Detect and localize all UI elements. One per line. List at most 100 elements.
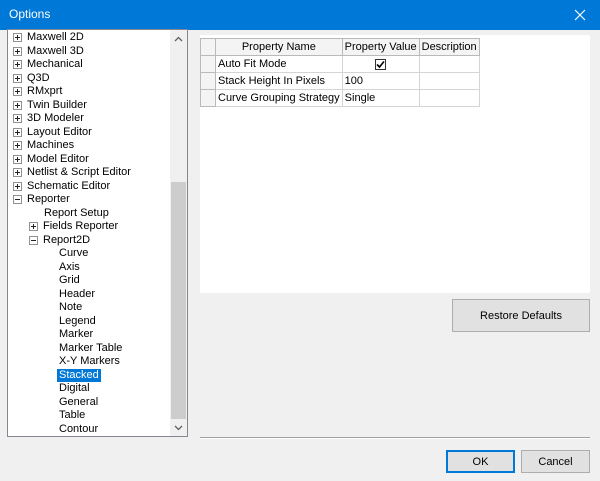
expand-plus-icon[interactable] <box>13 100 22 110</box>
table-row[interactable]: Stack Height In Pixels 100 <box>200 72 480 90</box>
options-tree[interactable]: Maxwell 2D Maxwell 3D Mechanical Q3D RMxprt T… <box>7 29 188 437</box>
collapse-minus-icon[interactable] <box>13 195 22 204</box>
tree-item-label[interactable]: Maxwell 3D <box>25 45 86 58</box>
tree-vertical-scrollbar[interactable] <box>170 30 187 436</box>
expand-plus-icon[interactable] <box>13 46 22 56</box>
tree-item-label[interactable]: Marker <box>57 328 95 341</box>
column-header-property-value[interactable]: Property Value <box>341 38 420 56</box>
expand-plus-icon[interactable] <box>13 127 22 137</box>
tree-item[interactable]: Digital <box>8 382 170 395</box>
tree-item-label[interactable]: RMxprt <box>25 85 64 98</box>
expand-plus-icon[interactable] <box>13 141 22 150</box>
expand-plus-icon[interactable] <box>13 181 22 191</box>
tree-item-label[interactable]: Axis <box>57 261 82 274</box>
tree-item[interactable]: Schematic Editor <box>8 180 170 193</box>
tree-item-label[interactable]: Contour <box>57 423 100 436</box>
tree-item[interactable]: Netlist & Script Editor <box>8 166 170 179</box>
expand-plus-icon[interactable] <box>13 154 22 164</box>
tree-item-label[interactable]: X-Y Markers <box>57 355 122 368</box>
close-button[interactable] <box>560 0 600 30</box>
row-header[interactable] <box>200 55 216 73</box>
tree-item-label[interactable]: Stacked <box>57 368 101 382</box>
column-header-property-name[interactable]: Property Name <box>215 38 343 56</box>
tree-item-label[interactable]: Digital <box>57 382 92 395</box>
expand-plus-icon[interactable] <box>13 168 22 177</box>
property-value-cell[interactable]: Single <box>341 89 420 107</box>
scroll-up-button[interactable] <box>170 30 187 47</box>
tree-item-label[interactable]: Twin Builder <box>25 99 89 112</box>
description-cell[interactable] <box>418 55 480 73</box>
tree-item[interactable]: Note <box>8 301 170 314</box>
tree-item-label[interactable]: General <box>57 396 100 409</box>
tree-item[interactable]: Reporter <box>8 193 170 206</box>
tree-item[interactable]: Curve <box>8 247 170 260</box>
collapse-minus-icon[interactable] <box>29 235 38 245</box>
tree-item-label[interactable]: 3D Modeler <box>25 112 86 125</box>
tree-item[interactable]: Maxwell 2D <box>8 31 170 44</box>
row-header[interactable] <box>200 89 216 107</box>
description-cell[interactable] <box>418 72 480 90</box>
tree-item[interactable]: Marker Table <box>8 342 170 355</box>
tree-item-label[interactable]: Fields Reporter <box>41 220 120 233</box>
tree-item[interactable]: Axis <box>8 261 170 274</box>
tree-item-label[interactable]: Report2D <box>41 234 92 247</box>
tree-item[interactable]: Q3D <box>8 72 170 85</box>
tree-item[interactable]: X-Y Markers <box>8 355 170 368</box>
tree-item[interactable]: Fields Reporter <box>8 220 170 233</box>
ok-button[interactable]: OK <box>446 450 515 473</box>
expand-plus-icon[interactable] <box>13 33 22 42</box>
table-row[interactable]: Auto Fit Mode <box>200 55 480 73</box>
property-name-cell[interactable]: Auto Fit Mode <box>215 55 343 73</box>
tree-item-label[interactable]: Note <box>57 301 84 314</box>
tree-item[interactable]: 3D Modeler <box>8 112 170 125</box>
tree-item-label[interactable]: Machines <box>25 139 76 152</box>
tree-item-label[interactable]: Curve <box>57 247 90 260</box>
tree-item-label[interactable]: Legend <box>57 315 98 328</box>
description-cell[interactable] <box>418 89 480 107</box>
scroll-down-button[interactable] <box>170 419 187 436</box>
tree-item-label[interactable]: Schematic Editor <box>25 180 112 193</box>
tree-item-label[interactable]: Table <box>57 409 87 422</box>
tree-item[interactable]: Twin Builder <box>8 99 170 112</box>
tree-item[interactable]: Table <box>8 409 170 422</box>
tree-item[interactable]: Contour <box>8 423 170 436</box>
tree-item[interactable]: RMxprt <box>8 85 170 98</box>
property-value-cell[interactable]: 100 <box>341 72 420 90</box>
tree-item-label[interactable]: Marker Table <box>57 342 124 355</box>
tree-item[interactable]: Report2D <box>8 234 170 247</box>
tree-item-label[interactable]: Reporter <box>25 193 72 206</box>
property-name-cell[interactable]: Curve Grouping Strategy <box>215 89 343 107</box>
tree-item-label[interactable]: Mechanical <box>25 58 85 71</box>
expand-plus-icon[interactable] <box>13 73 22 83</box>
property-name-cell[interactable]: Stack Height In Pixels <box>215 72 343 90</box>
tree-item[interactable]: General <box>8 396 170 409</box>
column-header-description[interactable]: Description <box>418 38 480 56</box>
property-value-cell[interactable] <box>341 55 420 73</box>
expand-plus-icon[interactable] <box>13 114 22 123</box>
tree-item-label[interactable]: Netlist & Script Editor <box>25 166 133 179</box>
tree-item[interactable]: Mechanical <box>8 58 170 71</box>
tree-item[interactable]: Machines <box>8 139 170 152</box>
tree-item[interactable]: Model Editor <box>8 153 170 166</box>
auto-fit-mode-checkbox[interactable] <box>375 58 387 70</box>
expand-plus-icon[interactable] <box>13 60 22 69</box>
tree-item-label[interactable]: Q3D <box>25 72 52 85</box>
tree-item[interactable]: Marker <box>8 328 170 341</box>
scroll-thumb[interactable] <box>171 182 186 419</box>
restore-defaults-button[interactable]: Restore Defaults <box>452 299 590 332</box>
tree-item[interactable]: Header <box>8 288 170 301</box>
tree-item[interactable]: Layout Editor <box>8 126 170 139</box>
tree-item[interactable]: Grid <box>8 274 170 287</box>
tree-item[interactable]: Legend <box>8 315 170 328</box>
tree-item-label[interactable]: Report Setup <box>42 207 111 220</box>
cancel-button[interactable]: Cancel <box>521 450 590 473</box>
row-header[interactable] <box>200 72 216 90</box>
tree-item-label[interactable]: Grid <box>57 274 82 287</box>
tree-item-label[interactable]: Maxwell 2D <box>25 31 86 44</box>
tree-item-label[interactable]: Model Editor <box>25 153 91 166</box>
table-row[interactable]: Curve Grouping Strategy Single <box>200 89 480 107</box>
expand-plus-icon[interactable] <box>13 87 22 96</box>
tree-item-label[interactable]: Header <box>57 288 97 301</box>
expand-plus-icon[interactable] <box>29 222 38 231</box>
tree-item[interactable]: Report Setup <box>8 207 170 220</box>
